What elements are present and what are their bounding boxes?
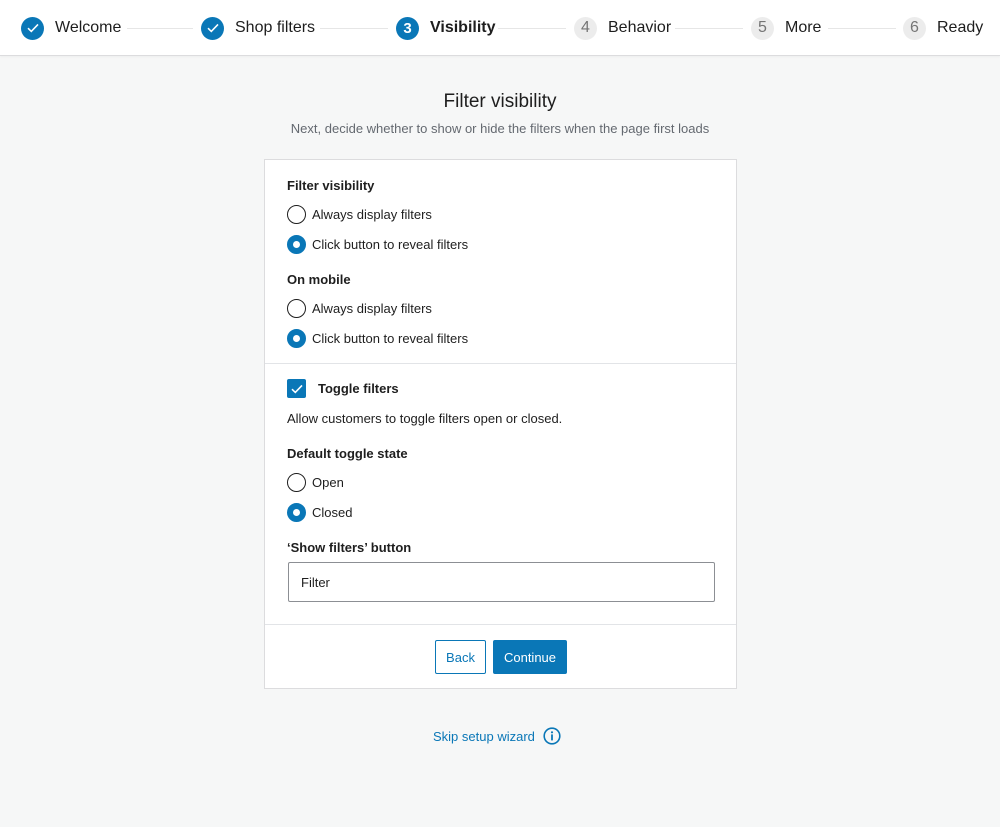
skip-setup-wizard-label: Skip setup wizard [433,728,535,744]
radio-label: Closed [312,504,353,520]
toggle-filters-checkbox[interactable] [287,379,306,398]
step-connector [127,28,193,29]
skip-setup-wizard-link[interactable]: Skip setup wizard [433,727,561,745]
check-icon [21,16,44,40]
info-icon[interactable] [543,727,561,745]
step-label: More [785,19,822,36]
page-title: Filter visibility [443,91,557,112]
radio-label: Click button to reveal filters [312,236,469,252]
toggle-filters-checkbox-row[interactable]: Toggle filters [287,379,399,398]
radio-unchecked[interactable] [287,472,306,492]
filter-visibility-label: Filter visibility [287,178,375,193]
section-divider [265,624,736,625]
step-ready[interactable]: 6 Ready [903,16,983,40]
page-subtitle: Next, decide whether to show or hide the… [290,121,710,136]
setup-stepper: Welcome Shop filters 3 Visibility 4 Beha… [0,0,1000,56]
on-mobile-label: On mobile [287,272,351,287]
step-connector [320,28,388,29]
filter-visibility-click-radio[interactable]: Click button to reveal filters [287,234,468,254]
on-mobile-always-radio[interactable]: Always display filters [287,298,432,318]
step-connector [828,28,896,29]
step-label: Ready [937,19,984,36]
step-number: 3 [396,16,419,40]
step-label: Shop filters [235,19,316,36]
step-connector [498,28,566,29]
step-welcome[interactable]: Welcome [21,16,121,40]
toggle-filters-label: Toggle filters [318,381,399,396]
continue-button[interactable]: Continue [493,640,567,674]
settings-card: Filter visibility Always display filters… [264,159,737,689]
step-behavior[interactable]: 4 Behavior [574,16,671,40]
toggle-state-closed-radio[interactable]: Closed [287,502,352,522]
step-number: 6 [903,16,926,40]
show-filters-button-label: ‘Show filters’ button [287,540,412,555]
step-more[interactable]: 5 More [751,16,821,40]
radio-checked[interactable] [287,234,306,254]
step-number: 4 [574,16,597,40]
toggle-state-open-radio[interactable]: Open [287,472,344,492]
show-filters-button-input[interactable] [288,562,715,602]
radio-label: Open [312,474,344,490]
check-icon [201,16,224,40]
step-number: 5 [751,16,774,40]
radio-checked[interactable] [287,328,306,348]
section-divider [265,363,736,364]
step-visibility[interactable]: 3 Visibility [396,16,496,40]
on-mobile-click-radio[interactable]: Click button to reveal filters [287,328,468,348]
step-shop-filters[interactable]: Shop filters [201,16,315,40]
filter-visibility-always-radio[interactable]: Always display filters [287,204,432,224]
step-label: Welcome [55,19,122,36]
radio-checked[interactable] [287,502,306,522]
radio-label: Always display filters [312,300,432,316]
radio-label: Click button to reveal filters [312,330,469,346]
radio-label: Always display filters [312,206,432,222]
default-toggle-state-label: Default toggle state [287,446,408,461]
step-label: Visibility [430,19,496,36]
back-button[interactable]: Back [435,640,486,674]
radio-unchecked[interactable] [287,298,306,318]
step-connector [675,28,743,29]
radio-unchecked[interactable] [287,204,306,224]
check-icon [290,384,303,394]
step-label: Behavior [608,19,672,36]
toggle-filters-help: Allow customers to toggle filters open o… [287,411,563,426]
